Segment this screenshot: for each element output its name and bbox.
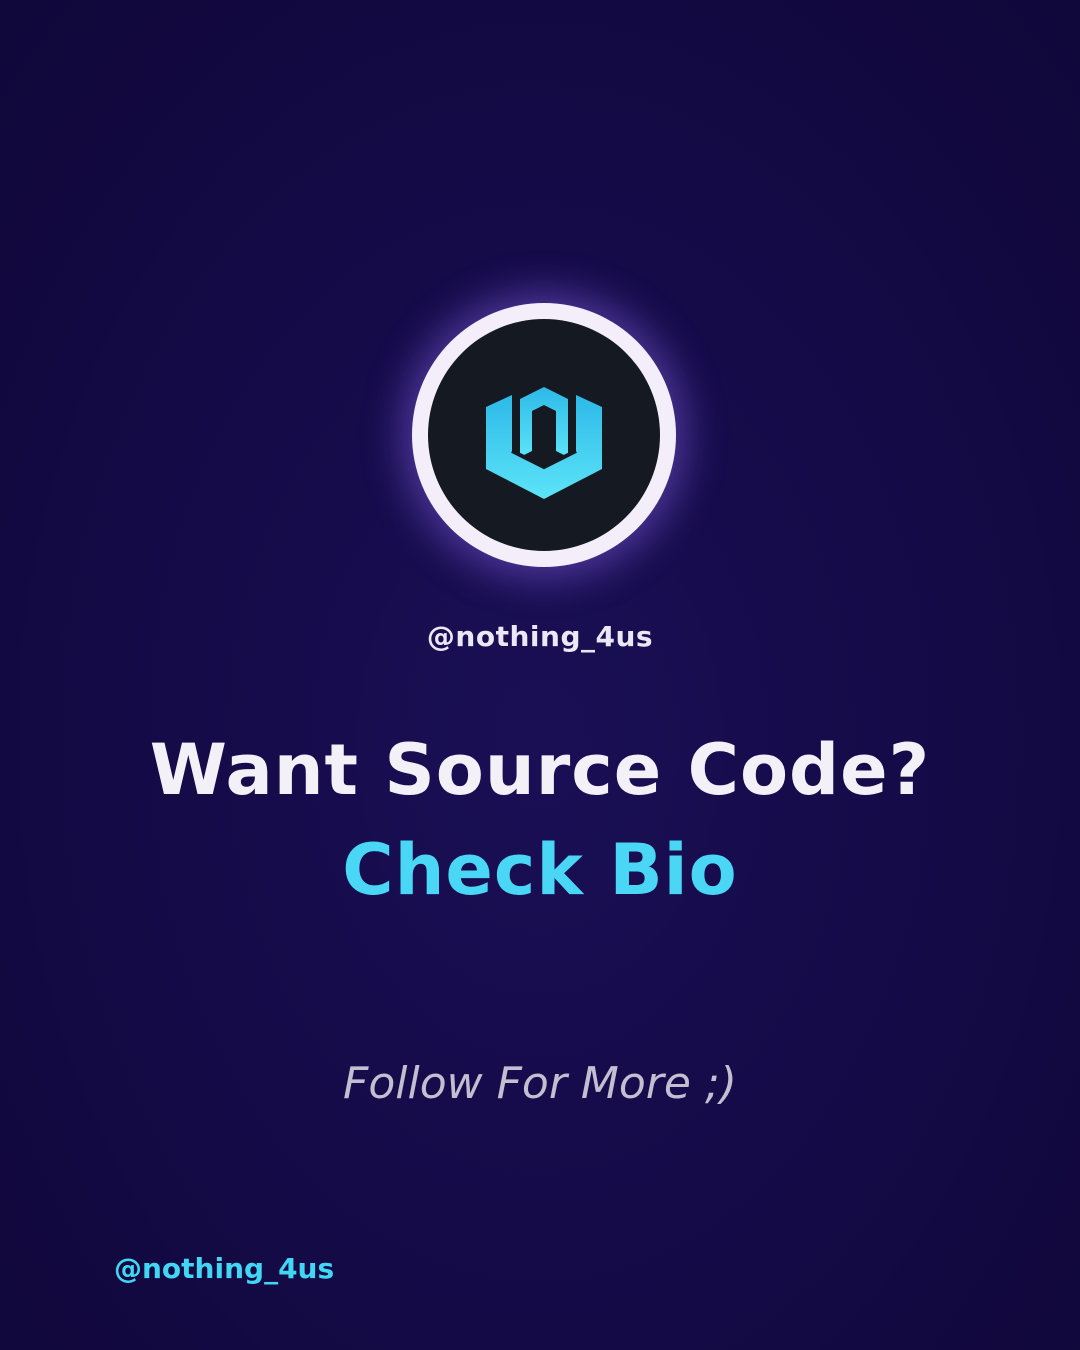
logo-circle — [428, 319, 660, 551]
headline-secondary: Check Bio — [342, 829, 738, 911]
headline-primary: Want Source Code? — [149, 729, 931, 811]
footer-handle: @nothing_4us — [114, 1252, 335, 1285]
profile-handle: @nothing_4us — [426, 620, 654, 653]
logo-badge — [412, 303, 676, 567]
follow-cta: Follow For More ;) — [343, 1058, 737, 1109]
shield-n-icon — [486, 387, 602, 499]
